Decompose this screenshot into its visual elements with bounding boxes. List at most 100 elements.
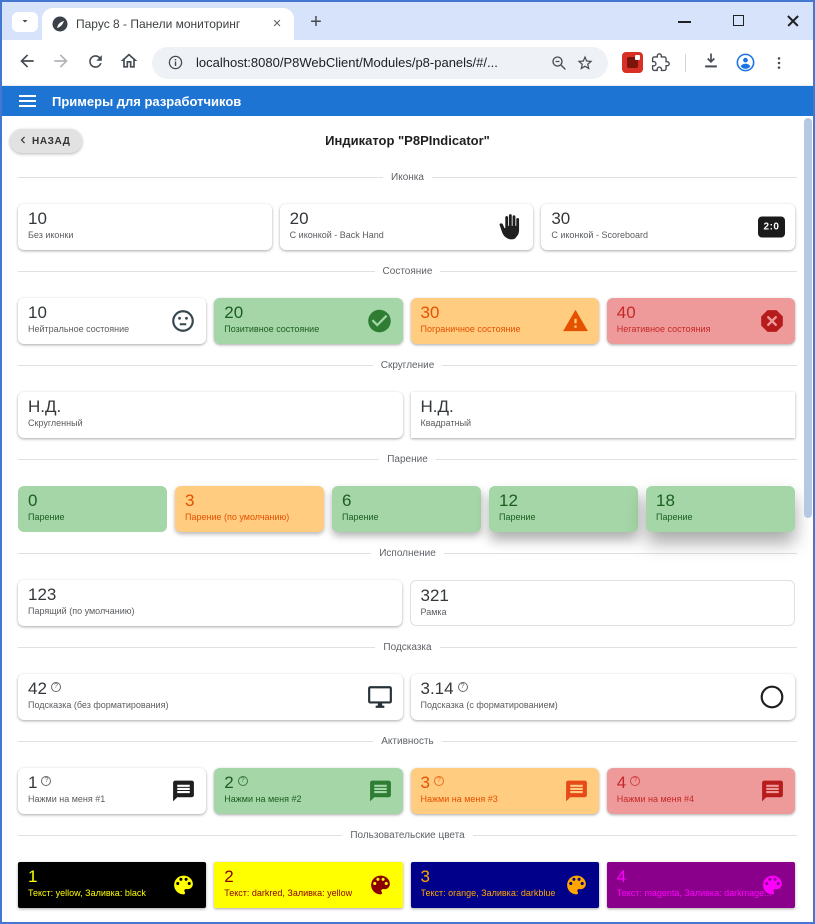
- indicator-value: 42: [28, 679, 47, 698]
- browser-tab[interactable]: Парус 8 - Панели мониторинг ×: [42, 8, 294, 40]
- section-title: Подсказка: [375, 642, 439, 653]
- help-badge: ?: [434, 776, 444, 786]
- indicator-value: 2: [224, 773, 233, 792]
- indicator-card-rounded: Н.Д. Скругленный: [18, 392, 403, 438]
- tab-close-icon[interactable]: ×: [268, 15, 286, 33]
- row-icon: 10 Без иконки 20 С иконкой - Back Hand 3…: [18, 204, 795, 250]
- indicator-value: 3: [185, 490, 314, 511]
- window-controls: [675, 2, 803, 40]
- indicator-card-elevation-6: 6 Парение: [332, 486, 481, 532]
- section-title: Парение: [379, 454, 436, 465]
- download-icon: [701, 51, 721, 74]
- hamburger-menu-icon[interactable]: [18, 93, 38, 109]
- indicator-label: Парение: [342, 512, 471, 523]
- indicator-value: 10: [28, 208, 262, 229]
- palette-icon: [760, 873, 785, 898]
- section-divider-rounding: Скругление: [18, 359, 797, 371]
- palette-icon: [564, 873, 589, 898]
- click-me-card-4[interactable]: 4? Нажми на меня #4: [607, 768, 795, 814]
- bookmark-star-icon[interactable]: [572, 50, 598, 76]
- forward-arrow-icon: [51, 51, 71, 74]
- comment-icon: [760, 779, 785, 804]
- indicator-label: Скругленный: [28, 418, 393, 429]
- indicator-card-elevation-3: 3 Парение (по умолчанию): [175, 486, 324, 532]
- red-extension-icon[interactable]: [622, 52, 643, 73]
- warning-triangle-icon: [562, 308, 589, 335]
- custom-color-card-3: 3 Текст: orange, Заливка: darkblue: [411, 862, 599, 908]
- row-tooltip: 42? Подсказка (без форматирования) 3.14?…: [18, 674, 795, 720]
- indicator-label: Парение: [499, 512, 628, 523]
- custom-color-card-4: 4 Текст: magenta, Заливка: darkmage...: [607, 862, 795, 908]
- parus-favicon-icon: [52, 16, 68, 32]
- octagon-x-icon: [759, 308, 785, 334]
- indicator-card-elevation-0: 0 Парение: [18, 486, 167, 532]
- minimize-icon: [678, 21, 691, 23]
- scrollbar-thumb[interactable]: [804, 118, 812, 518]
- indicator-label: Подсказка (без форматирования): [28, 700, 393, 711]
- click-me-card-3[interactable]: 3? Нажми на меня #3: [411, 768, 599, 814]
- help-badge: ?: [51, 682, 61, 692]
- reload-icon: [86, 52, 105, 74]
- indicator-label: Квадратный: [421, 418, 786, 429]
- section-title: Состояние: [375, 266, 441, 277]
- indicator-label: Парящий (по умолчанию): [28, 606, 392, 617]
- custom-color-card-1: 1 Текст: yellow, Заливка: black: [18, 862, 206, 908]
- monitor-icon: [367, 684, 393, 710]
- indicator-value: 0: [28, 490, 157, 511]
- help-badge: ?: [458, 682, 468, 692]
- click-me-card-1[interactable]: 1? Нажми на меня #1: [18, 768, 206, 814]
- maximize-icon: [733, 15, 744, 26]
- back-nav-button[interactable]: [10, 46, 44, 80]
- section-divider-icon: Иконка: [18, 171, 797, 183]
- section-divider-tooltip: Подсказка: [18, 641, 797, 653]
- app-bar: Примеры для разработчиков: [2, 86, 813, 116]
- row-elevation: 0 Парение 3 Парение (по умолчанию) 6 Пар…: [18, 486, 795, 532]
- extensions-puzzle-icon[interactable]: [643, 46, 677, 80]
- home-icon: [119, 51, 139, 74]
- indicator-value: 321: [421, 585, 785, 606]
- indicator-value: 6: [342, 490, 471, 511]
- profile-avatar[interactable]: [728, 46, 762, 80]
- indicator-label: С иконкой - Scoreboard: [551, 230, 785, 241]
- section-divider-state: Состояние: [18, 265, 797, 277]
- indicator-card-floating: 123 Парящий (по умолчанию): [18, 580, 402, 626]
- page-title: Индикатор "P8PIndicator": [2, 133, 813, 148]
- toolbar-separator: [685, 54, 686, 72]
- address-bar[interactable]: localhost:8080/P8WebClient/Modules/p8-pa…: [152, 47, 608, 79]
- click-me-card-2[interactable]: 2? Нажми на меня #2: [214, 768, 402, 814]
- section-divider-activity: Активность: [18, 735, 797, 747]
- reload-button[interactable]: [78, 46, 112, 80]
- indicator-value: 3: [421, 773, 430, 792]
- help-badge: ?: [238, 776, 248, 786]
- comment-icon: [171, 779, 196, 804]
- tab-title: Парус 8 - Панели мониторинг: [76, 17, 268, 31]
- section-divider-variant: Исполнение: [18, 547, 797, 559]
- indicator-value: Н.Д.: [28, 396, 393, 417]
- indicator-label: С иконкой - Back Hand: [290, 230, 524, 241]
- neutral-face-icon: [170, 308, 196, 334]
- home-button[interactable]: [112, 46, 146, 80]
- new-tab-button[interactable]: +: [302, 8, 330, 36]
- minimize-button[interactable]: [675, 11, 695, 31]
- tab-search-button[interactable]: [12, 12, 38, 32]
- menu-dots-icon[interactable]: [762, 46, 796, 80]
- indicator-card-tooltip-formatted: 3.14? Подсказка (с форматированием): [411, 674, 796, 720]
- section-divider-custom-colors: Пользовательские цвета: [18, 829, 797, 841]
- downloads-button[interactable]: [694, 46, 728, 80]
- indicator-card-no-icon: 10 Без иконки: [18, 204, 272, 250]
- comment-icon: [564, 779, 589, 804]
- row-variant: 123 Парящий (по умолчанию) 321 Рамка: [18, 580, 795, 626]
- custom-color-card-2: 2 Текст: darkred, Заливка: yellow: [214, 862, 402, 908]
- browser-window: Парус 8 - Панели мониторинг × + localhos…: [0, 0, 815, 924]
- chevron-down-icon: [19, 15, 31, 30]
- site-info-icon[interactable]: [162, 50, 188, 76]
- circle-outline-icon: [759, 684, 785, 710]
- section-title: Активность: [373, 736, 442, 747]
- forward-nav-button[interactable]: [44, 46, 78, 80]
- section-title: Скругление: [373, 360, 443, 371]
- indicator-value: 20: [290, 208, 524, 229]
- close-button[interactable]: [783, 11, 803, 31]
- maximize-button[interactable]: [729, 11, 749, 31]
- palette-icon: [368, 873, 393, 898]
- zoom-out-icon[interactable]: [546, 50, 572, 76]
